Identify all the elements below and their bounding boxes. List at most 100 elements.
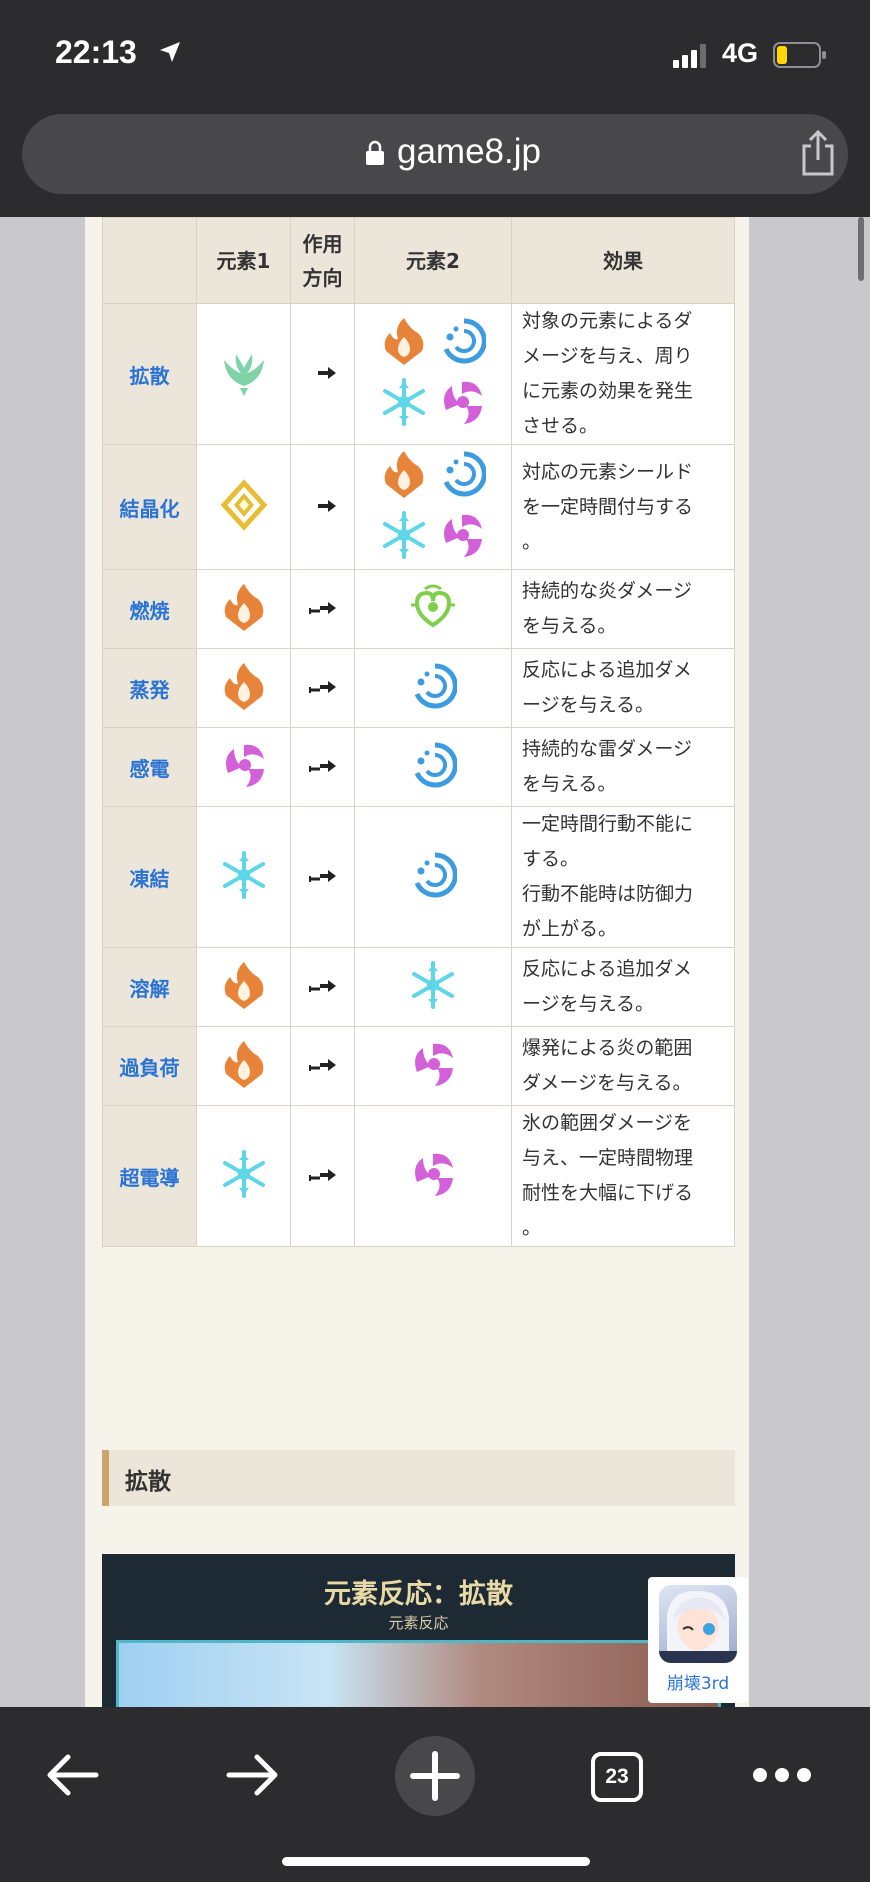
banner-subtitle: 元素反応 xyxy=(388,1614,449,1632)
effect-text-line: 耐性を大幅に下げる xyxy=(522,1182,694,1204)
element2-cell xyxy=(354,947,512,1027)
pyro-icon xyxy=(220,583,268,638)
banner-screenshot xyxy=(116,1640,721,1707)
table-row: 拡散 対象の元素によるダ メージを与え、周り に元素の効果を発生 させる。 xyxy=(102,303,735,445)
direction-cell xyxy=(290,806,355,948)
element1-cell xyxy=(196,806,291,948)
ad-character-image xyxy=(659,1585,737,1663)
direction-cell xyxy=(290,727,355,807)
reaction-name-link[interactable]: 凍結 xyxy=(102,806,197,948)
hydro-icon xyxy=(409,849,457,906)
pyro-icon xyxy=(380,315,428,372)
article-page: 元素1 作用 方向 元素2 効果 拡散 対象の元素によるダ メージを与え、周り に元素… xyxy=(85,217,749,1707)
cryo-icon xyxy=(409,959,457,1016)
section-heading: 拡散 xyxy=(102,1450,735,1506)
effect-text-line: 。 xyxy=(522,530,542,553)
reaction-banner-image: 元素反応：拡散 元素反応 xyxy=(102,1554,735,1707)
banner-title: 元素反応：拡散 xyxy=(324,1579,513,1610)
arrow-icon xyxy=(308,1164,338,1188)
effect-text-line: する。 xyxy=(522,848,580,870)
header-element1: 元素1 xyxy=(196,217,291,304)
effect-text-line: 反応による追加ダメ xyxy=(522,958,692,980)
reaction-name-link[interactable]: 超電導 xyxy=(102,1105,197,1247)
effect-text-line: ージを与える。 xyxy=(522,993,655,1015)
element2-cell xyxy=(354,648,512,728)
hydro-icon xyxy=(409,660,457,717)
effect-text-line: に元素の効果を発生 xyxy=(522,380,694,402)
direction-cell xyxy=(290,444,355,570)
effect-cell: 氷の範囲ダメージを 与え、一定時間物理 耐性を大幅に下げる。 xyxy=(511,1105,735,1247)
effect-text-line: ダメージを与える。 xyxy=(522,1072,692,1094)
dendro-icon xyxy=(409,581,457,638)
reaction-name-link[interactable]: 蒸発 xyxy=(102,648,197,728)
header-direction-line1: 作用 xyxy=(302,231,343,256)
effect-text-line: を与える。 xyxy=(522,615,617,637)
web-content[interactable]: 元素1 作用 方向 元素2 効果 拡散 対象の元素によるダ メージを与え、周り に元素… xyxy=(0,217,870,1707)
electro-icon xyxy=(409,1148,457,1205)
url-text: game8.jp xyxy=(397,132,541,171)
hydro-icon xyxy=(438,448,486,505)
effect-text-line: させる。 xyxy=(522,415,599,437)
browser-toolbar: 23 xyxy=(0,1707,870,1882)
scroll-indicator[interactable] xyxy=(858,217,864,281)
header-direction-line2: 方向 xyxy=(302,265,343,290)
reaction-name-link[interactable]: 結晶化 xyxy=(102,444,197,570)
table-row: 凍結 一定時間行動不能に する。 行動不能時は防御力 が上がる。 xyxy=(102,806,735,948)
anemo-icon xyxy=(220,353,268,403)
effect-text-line: 一定時間行動不能に xyxy=(522,813,694,835)
element1-cell xyxy=(196,1105,291,1247)
header-element2: 元素2 xyxy=(354,217,512,304)
element2-cell xyxy=(354,1105,512,1247)
effect-text-line: 爆発による炎の範囲 xyxy=(522,1037,693,1059)
status-bar: 22:13 4G xyxy=(0,0,870,108)
header-name-col xyxy=(102,217,197,304)
element2-cell xyxy=(354,444,512,570)
element1-cell xyxy=(196,569,291,649)
electro-icon xyxy=(220,744,268,796)
address-bar[interactable]: game8.jp xyxy=(22,114,848,194)
location-arrow-icon xyxy=(160,42,180,62)
reaction-name-link[interactable]: 溶解 xyxy=(102,947,197,1027)
direction-cell xyxy=(290,1026,355,1106)
effect-text-line: が上がる。 xyxy=(522,918,618,940)
element-reaction-table: 元素1 作用 方向 元素2 効果 拡散 対象の元素によるダ メージを与え、周り に元素… xyxy=(102,217,735,1247)
arrow-icon xyxy=(308,1054,338,1078)
effect-cell: 対応の元素シールド を一定時間付与する。 xyxy=(511,444,735,570)
share-icon[interactable] xyxy=(798,130,838,176)
lock-icon xyxy=(366,140,384,165)
new-tab-plus-icon[interactable] xyxy=(395,1736,475,1816)
effect-text-line: メージを与え、周り xyxy=(522,345,693,367)
reaction-name-link[interactable]: 拡散 xyxy=(102,303,197,445)
hydro-icon xyxy=(438,315,486,372)
element2-cell xyxy=(354,806,512,948)
direction-cell xyxy=(290,303,355,445)
battery-icon xyxy=(773,42,826,68)
table-row: 過負荷 爆発による炎の範囲 ダメージを与える。 xyxy=(102,1026,735,1106)
tabs-button[interactable]: 23 xyxy=(591,1752,643,1802)
anime-character-icon xyxy=(659,1590,737,1663)
effect-text-line: を一定時間付与する xyxy=(522,495,694,518)
element2-cell xyxy=(354,727,512,807)
effect-cell: 持続的な雷ダメージ を与える。 xyxy=(511,727,735,807)
electro-icon xyxy=(438,376,486,433)
arrow-icon xyxy=(308,865,338,889)
effect-text-line: 持続的な炎ダメージ xyxy=(522,580,693,602)
effect-text-line: 与え、一定時間物理 xyxy=(522,1147,694,1169)
pyro-icon xyxy=(220,662,268,717)
reaction-name-link[interactable]: 過負荷 xyxy=(102,1026,197,1106)
direction-cell xyxy=(290,648,355,728)
reaction-name-link[interactable]: 燃焼 xyxy=(102,569,197,649)
ad-banner[interactable]: 崩壊3rd xyxy=(648,1577,748,1703)
more-menu-icon[interactable] xyxy=(752,1767,812,1783)
arrow-icon xyxy=(308,676,338,700)
table-row: 溶解 反応による追加ダメ ージを与える。 xyxy=(102,947,735,1027)
status-time: 22:13 xyxy=(55,34,137,70)
element1-cell xyxy=(196,947,291,1027)
reaction-name-link[interactable]: 感電 xyxy=(102,727,197,807)
forward-arrow-icon[interactable] xyxy=(225,1753,281,1797)
effect-text-line: 反応による追加ダメ xyxy=(522,659,692,681)
effect-cell: 爆発による炎の範囲 ダメージを与える。 xyxy=(511,1026,735,1106)
back-arrow-icon[interactable] xyxy=(44,1753,100,1797)
effect-text-line: 対象の元素によるダ xyxy=(522,310,693,332)
hydro-icon xyxy=(409,739,457,796)
